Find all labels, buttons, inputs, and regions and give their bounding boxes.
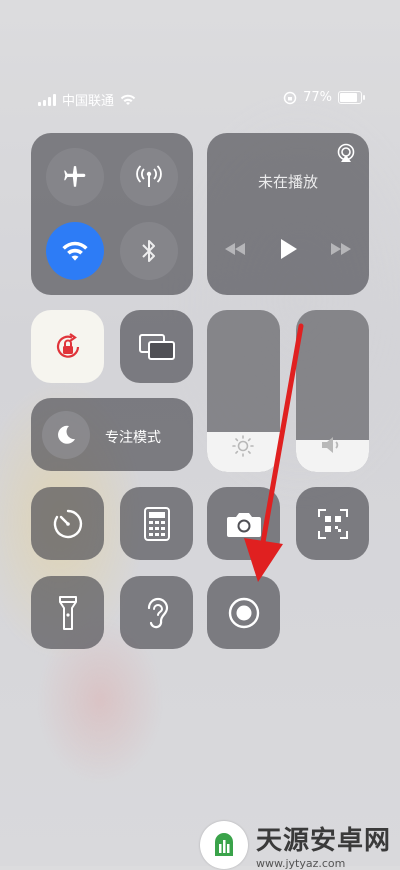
speaker-icon (322, 437, 339, 453)
wifi-status-icon (120, 94, 136, 105)
brightness-icon (232, 435, 254, 457)
now-playing-tile[interactable]: 未在播放 (207, 133, 369, 295)
calculator-button[interactable] (120, 487, 193, 560)
watermark-brand: 天源安卓网 (256, 826, 392, 856)
carrier-name: 中国联通 (62, 94, 115, 109)
watermark-logo (200, 821, 248, 869)
android-logo-icon (215, 833, 233, 856)
focus-icon-circle (42, 411, 90, 459)
timer-icon (53, 509, 82, 538)
battery-fill (340, 93, 357, 102)
battery-icon (338, 91, 365, 104)
bluetooth-button[interactable] (120, 222, 178, 280)
airplay-icon[interactable] (335, 143, 357, 163)
screen-mirroring-button[interactable] (120, 310, 193, 383)
status-bar: 中国联通 77% (0, 88, 400, 112)
cellular-antenna-icon (136, 165, 162, 187)
now-playing-title: 未在播放 (257, 173, 318, 191)
qr-scanner-button[interactable] (296, 487, 369, 560)
moon-icon (58, 425, 75, 444)
calculator-icon (143, 506, 170, 541)
orientation-lock-status-icon (283, 91, 297, 104)
bluetooth-icon (142, 240, 155, 262)
wifi-button[interactable] (46, 222, 104, 280)
camera-icon (226, 512, 261, 537)
connectivity-tile (31, 133, 193, 295)
previous-track-icon[interactable] (223, 242, 247, 256)
orientation-lock-icon (56, 332, 79, 358)
watermark-url: www.jytyaz.com (256, 857, 346, 870)
cellular-data-button[interactable] (120, 148, 178, 206)
record-icon (228, 597, 259, 628)
battery-percent: 77% (303, 90, 332, 105)
play-icon[interactable] (278, 238, 298, 260)
watermark: 天源安卓网 www.jytyaz.com (200, 820, 391, 870)
media-controls (207, 238, 369, 260)
focus-mode-button[interactable]: 专注模式 (31, 398, 193, 471)
flashlight-button[interactable] (31, 576, 104, 649)
cellular-signal-icon (38, 93, 56, 106)
timer-button[interactable] (31, 487, 104, 560)
brightness-slider[interactable] (207, 310, 280, 472)
screen-recording-button[interactable] (207, 576, 280, 649)
screen-mirroring-icon (138, 333, 175, 360)
airplane-mode-button[interactable] (46, 148, 104, 206)
next-track-icon[interactable] (329, 242, 353, 256)
airplane-icon (64, 166, 86, 187)
hearing-button[interactable] (120, 576, 193, 649)
orientation-lock-button[interactable] (31, 310, 104, 383)
focus-mode-label: 专注模式 (105, 430, 161, 446)
camera-button[interactable] (207, 487, 280, 560)
volume-slider[interactable] (296, 310, 369, 472)
wifi-icon (62, 241, 88, 261)
flashlight-icon (58, 595, 77, 630)
qr-code-icon (317, 508, 348, 539)
ear-icon (147, 597, 168, 628)
